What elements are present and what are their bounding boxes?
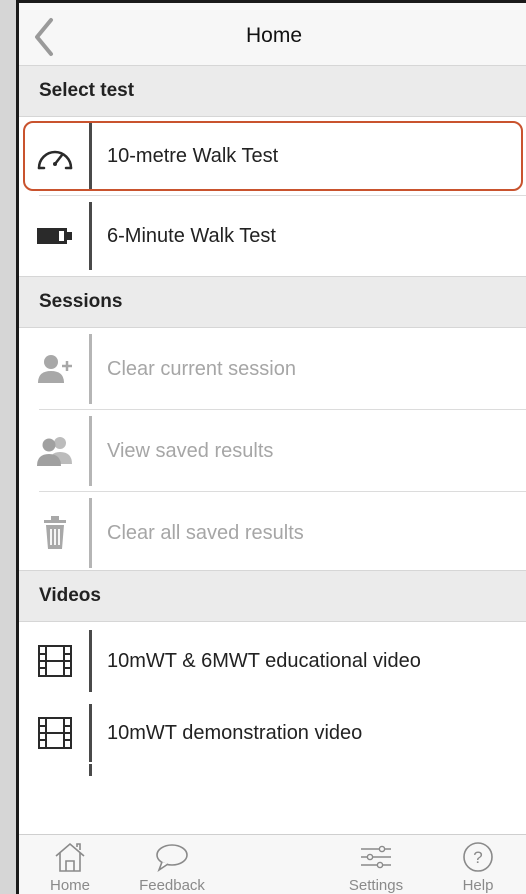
row-divider xyxy=(89,630,92,692)
session-item-clear-all[interactable]: Clear all saved results xyxy=(19,492,526,574)
test-item-label: 6-Minute Walk Test xyxy=(107,224,276,247)
section-header-videos: Videos xyxy=(19,570,526,622)
row-divider xyxy=(89,704,92,762)
session-item-label: Clear current session xyxy=(107,357,296,380)
row-divider xyxy=(89,416,92,486)
home-icon xyxy=(53,841,87,873)
test-item-10m-walk[interactable]: 10-metre Walk Test xyxy=(19,117,526,196)
question-icon: ? xyxy=(462,841,494,873)
row-divider xyxy=(89,334,92,404)
page-title: Home xyxy=(245,23,303,47)
svg-text:?: ? xyxy=(473,848,482,867)
session-item-label: View saved results xyxy=(107,439,274,462)
sliders-icon xyxy=(358,841,394,873)
add-user-icon xyxy=(33,328,77,410)
tab-label: Feedback xyxy=(139,877,205,894)
tab-settings[interactable]: Settings xyxy=(325,835,427,894)
trash-icon xyxy=(33,492,77,574)
film-icon xyxy=(33,698,77,768)
section-header-select-test: Select test xyxy=(19,65,526,117)
tab-home[interactable]: Home xyxy=(19,835,121,894)
video-item-educational[interactable]: 10mWT & 6MWT educational video xyxy=(19,624,526,698)
navigation-bar: Home xyxy=(19,0,526,68)
row-divider xyxy=(89,498,92,568)
video-item-demonstration[interactable]: 10mWT demonstration video xyxy=(19,698,526,768)
speech-bubble-icon xyxy=(154,841,190,873)
section-header-sessions: Sessions xyxy=(19,276,526,328)
users-icon xyxy=(33,410,77,492)
row-divider xyxy=(89,123,92,190)
film-icon xyxy=(33,624,77,698)
tab-label: Home xyxy=(49,877,90,894)
row-divider xyxy=(89,202,92,270)
tab-feedback[interactable]: Feedback xyxy=(121,835,223,894)
tab-help[interactable]: ? Help xyxy=(427,835,526,894)
battery-icon xyxy=(33,196,77,276)
video-item-label: 10mWT & 6MWT educational video xyxy=(107,649,421,672)
tab-label: Settings xyxy=(348,877,404,894)
tab-label: Help xyxy=(462,877,494,894)
app-screen: Home Select test 10-metre Walk Test 6-Mi… xyxy=(16,0,526,894)
video-item-label: 10mWT demonstration video xyxy=(107,721,363,744)
session-item-label: Clear all saved results xyxy=(107,521,304,544)
speedometer-icon xyxy=(33,117,77,196)
session-item-clear-current[interactable]: Clear current session xyxy=(19,328,526,410)
test-item-6min-walk[interactable]: 6-Minute Walk Test xyxy=(19,196,526,276)
tab-bar: Home Feedback Settings ? Help xyxy=(19,834,526,894)
test-item-label: 10-metre Walk Test xyxy=(107,145,279,167)
session-item-view-saved[interactable]: View saved results xyxy=(19,410,526,492)
list-end-marker xyxy=(89,764,92,776)
